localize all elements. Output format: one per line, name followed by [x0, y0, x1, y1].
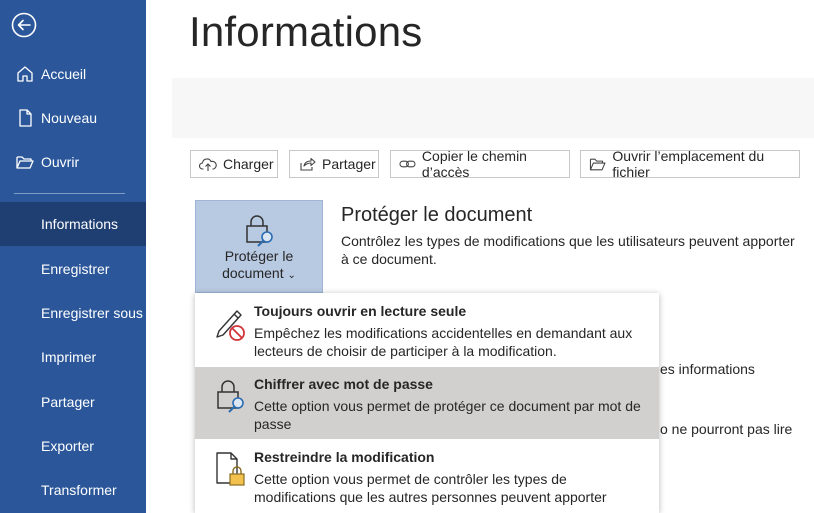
menu-item-description: Empêchez les modifications accidentelles…	[254, 325, 633, 359]
pencil-no-icon	[216, 310, 245, 341]
share-button-label: Partager	[322, 156, 376, 172]
document-lock-icon	[216, 452, 245, 486]
nav-label: Nouveau	[41, 110, 98, 126]
menu-item-title: Restreindre la modification	[254, 449, 435, 465]
copy-path-button-label: Copier le chemin d’accès	[421, 148, 527, 180]
menu-item-encrypt-password[interactable]: Chiffrer avec mot de passe Cette option …	[195, 367, 659, 439]
nav-item-imprimer[interactable]: Imprimer	[0, 335, 146, 379]
menu-item-title: Toujours ouvrir en lecture seule	[254, 303, 467, 319]
open-location-button-label: Ouvrir l’emplacement du fichier	[612, 148, 765, 180]
upload-button[interactable]: Charger	[190, 150, 278, 178]
nav-label: Informations	[41, 216, 119, 232]
nav-label: Ouvrir	[41, 154, 80, 170]
page-title: Informations	[189, 8, 423, 55]
nav-item-nouveau[interactable]: Nouveau	[0, 96, 146, 140]
nav-item-enregistrer[interactable]: Enregistrer	[0, 247, 146, 291]
protect-label-line1: Protéger le	[224, 248, 294, 264]
menu-item-description: Cette option vous permet de contrôler le…	[254, 471, 607, 505]
back-button[interactable]	[11, 12, 37, 38]
folder-open-icon	[589, 158, 606, 171]
share-button[interactable]: Partager	[289, 150, 379, 178]
menu-item-restrict-editing[interactable]: Restreindre la modification Cette option…	[195, 441, 659, 513]
new-document-icon	[19, 109, 32, 127]
obscured-text: o ne pourront pas lire	[660, 421, 793, 437]
lock-key-icon	[246, 215, 273, 247]
upload-button-label: Charger	[223, 156, 274, 172]
share-icon	[300, 157, 316, 171]
section-description: Contrôlez les types de modifications que…	[341, 233, 795, 267]
protect-document-button[interactable]: Protéger le document ⌄	[195, 200, 323, 293]
nav-label: Partager	[41, 394, 95, 410]
nav-item-accueil[interactable]: Accueil	[0, 52, 146, 96]
nav-item-informations[interactable]: Informations	[0, 202, 146, 246]
info-banner	[172, 78, 814, 138]
nav-label: Transformer	[41, 482, 117, 498]
copy-path-button[interactable]: Copier le chemin d’accès	[390, 148, 570, 180]
protect-label-line2: document ⌄	[196, 265, 322, 284]
nav-item-ouvrir[interactable]: Ouvrir	[0, 140, 146, 184]
nav-item-enregistrer-sous[interactable]: Enregistrer sous	[0, 291, 146, 335]
protect-label-text: document	[222, 265, 284, 281]
nav-label: Enregistrer sous	[41, 305, 143, 321]
nav-item-exporter[interactable]: Exporter	[0, 424, 146, 468]
menu-item-description: Cette option vous permet de protéger ce …	[254, 398, 641, 432]
nav-label: Enregistrer	[41, 261, 110, 277]
nav-label: Imprimer	[41, 349, 97, 365]
link-icon	[399, 160, 416, 168]
open-location-button[interactable]: Ouvrir l’emplacement du fichier	[580, 148, 800, 180]
lock-key-icon	[217, 380, 244, 413]
nav-item-transformer[interactable]: Transformer	[0, 468, 146, 512]
backstage-sidebar: Accueil Nouveau Ouvrir Informations Enre…	[0, 0, 146, 513]
protect-document-label: Protéger le document ⌄	[196, 248, 322, 284]
home-icon	[17, 66, 33, 82]
back-arrow-icon	[11, 12, 37, 38]
nav-label: Accueil	[41, 66, 87, 82]
menu-item-read-only[interactable]: Toujours ouvrir en lecture seule Empêche…	[195, 293, 659, 365]
chevron-down-icon: ⌄	[287, 270, 296, 281]
cloud-upload-icon	[199, 158, 217, 171]
nav-divider	[14, 193, 125, 194]
protect-document-menu: Toujours ouvrir en lecture seule Empêche…	[195, 293, 659, 513]
folder-open-icon	[16, 156, 34, 169]
menu-item-title: Chiffrer avec mot de passe	[254, 376, 433, 392]
section-title: Protéger le document	[341, 204, 533, 226]
nav-item-partager[interactable]: Partager	[0, 380, 146, 424]
nav-label: Exporter	[41, 438, 94, 454]
obscured-text: es informations	[660, 361, 755, 377]
